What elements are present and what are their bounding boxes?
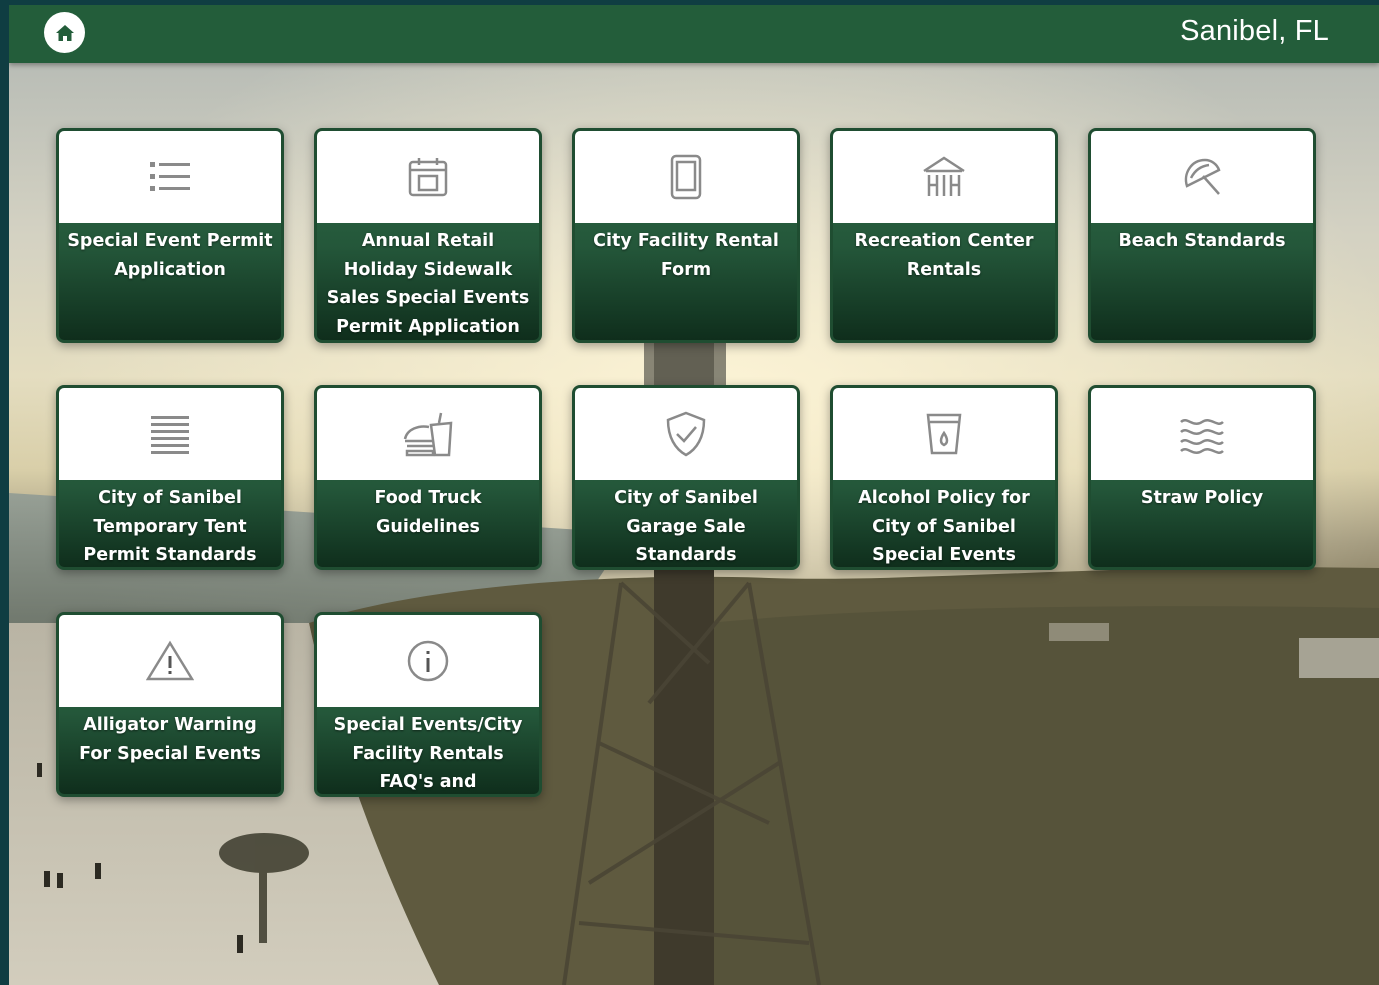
tile-icon-area [59,131,281,223]
window-frame: Sanibel, FL Special Event Permit Applica… [0,0,1379,985]
tile-label: Alcohol Policy for City of Sanibel Speci… [858,488,1030,565]
tile-icon-area [317,615,539,707]
tile-icon-area [1091,131,1313,223]
tile-icon-area [59,615,281,707]
tile-beach-standards[interactable]: Beach Standards [1088,128,1316,343]
tile-icon-area [1091,388,1313,480]
tile-faq-information[interactable]: Special Events/City Facility Rentals FAQ… [314,612,542,797]
tile-icon-area [833,388,1055,480]
tile-label: Straw Policy [1140,488,1264,508]
tile-tent-permit[interactable]: City of Sanibel Temporary Tent Permit St… [56,385,284,570]
tile-annual-retail-holiday[interactable]: Annual Retail Holiday Sidewalk Sales Spe… [314,128,542,343]
tile-icon-area [59,388,281,480]
tile-label: City of Sanibel Temporary Tent Permit St… [83,488,257,565]
warning-icon [146,640,194,681]
tile-icon-area [317,131,539,223]
tile-icon-area [833,131,1055,223]
tile-garage-sale[interactable]: City of Sanibel Garage Sale Standards [572,385,800,570]
app-container: Sanibel, FL Special Event Permit Applica… [9,5,1379,985]
calendar-icon [408,158,448,197]
tile-label: Beach Standards [1118,231,1286,251]
tile-recreation-center[interactable]: Recreation Center Rentals [830,128,1058,343]
list-icon [150,162,190,191]
tile-label: City of Sanibel Garage Sale Standards [614,488,758,565]
site-title: Sanibel, FL [1180,15,1329,47]
tile-label: Annual Retail Holiday Sidewalk Sales Spe… [326,231,530,337]
tile-city-facility-rental[interactable]: City Facility Rental Form [572,128,800,343]
top-bar: Sanibel, FL [9,5,1379,63]
info-icon [407,640,449,682]
tile-label: Special Events/City Facility Rentals FAQ… [333,715,523,792]
tile-food-truck[interactable]: Food Truck Guidelines [314,385,542,570]
beach-umbrella-icon [1184,158,1221,195]
tile-icon-area [575,388,797,480]
tablet-icon [670,154,702,200]
tile-alligator-warning[interactable]: Alligator Warning For Special Events [56,612,284,797]
tile-icon-area [317,388,539,480]
tile-alcohol-policy[interactable]: Alcohol Policy for City of Sanibel Speci… [830,385,1058,570]
tile-grid: Special Event Permit Application Annual … [9,5,1379,985]
lines-icon [151,416,189,454]
home-icon [55,24,74,41]
home-button[interactable] [44,12,85,53]
waves-icon [1180,419,1224,454]
tile-label: Recreation Center Rentals [854,231,1034,280]
shield-check-icon [666,411,706,457]
tile-special-event-permit[interactable]: Special Event Permit Application [56,128,284,343]
cup-icon [926,413,962,455]
tile-label: City Facility Rental Form [593,231,779,280]
tile-label: Food Truck Guidelines [374,488,482,537]
food-icon [403,412,453,457]
tile-straw-policy[interactable]: Straw Policy [1088,385,1316,570]
building-icon [923,156,965,196]
tile-label: Alligator Warning For Special Events [79,715,261,764]
tile-label: Special Event Permit Application [67,231,273,280]
tile-icon-area [575,131,797,223]
